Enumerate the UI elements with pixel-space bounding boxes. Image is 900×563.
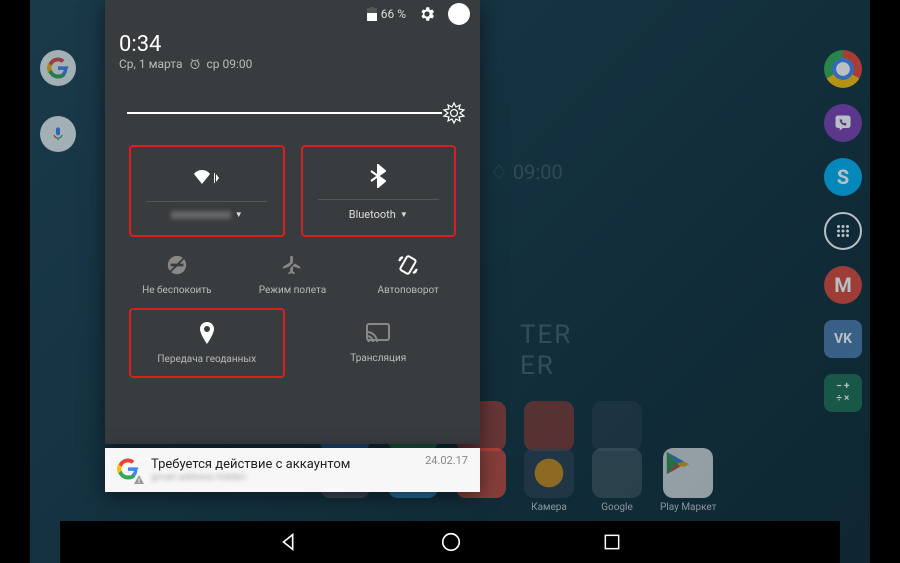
quick-tiles-row3: Передача геоданных Трансляция bbox=[105, 302, 480, 390]
location-icon bbox=[198, 322, 216, 348]
google-search-icon[interactable] bbox=[40, 50, 76, 86]
wifi-tile[interactable]: ▼ bbox=[129, 145, 285, 237]
brightness-track bbox=[127, 112, 458, 114]
lockscreen-alarm-fragment: ♢ 09:00 bbox=[490, 160, 563, 184]
calculator-icon[interactable]: −+÷× bbox=[824, 374, 862, 412]
viber-icon[interactable] bbox=[824, 104, 862, 142]
quick-tiles-row1: ▼ Bluetooth ▼ bbox=[105, 145, 480, 237]
cast-icon bbox=[366, 323, 390, 347]
dropdown-caret-icon: ▼ bbox=[400, 210, 408, 219]
alarm-icon bbox=[189, 58, 201, 70]
autorotate-label: Автоповорот bbox=[377, 285, 438, 296]
dnd-icon bbox=[163, 251, 191, 279]
bluetooth-tile[interactable]: Bluetooth ▼ bbox=[301, 145, 457, 237]
dnd-label: Не беспокоить bbox=[142, 285, 211, 296]
battery-pct: 66 % bbox=[381, 7, 406, 21]
voice-search-icon[interactable] bbox=[40, 116, 76, 152]
google-notification-icon bbox=[117, 458, 141, 482]
autorotate-icon bbox=[394, 251, 422, 279]
google-folder-icon[interactable] bbox=[592, 448, 642, 498]
back-button[interactable] bbox=[278, 531, 300, 553]
dock-label: Google bbox=[601, 502, 633, 513]
brightness-slider[interactable] bbox=[127, 99, 458, 127]
panel-time: 0:34 bbox=[119, 32, 466, 57]
quick-settings-panel: 66 % 0:34 Ср, 1 марта ср 09:00 ▼ bbox=[105, 0, 480, 444]
home-button[interactable] bbox=[440, 531, 462, 553]
wifi-tile-label[interactable]: ▼ bbox=[171, 210, 243, 219]
quick-tiles-row2: Не беспокоить Режим полета Автоповорот bbox=[105, 237, 480, 302]
left-side-icons bbox=[40, 50, 76, 152]
gmail-icon[interactable]: M bbox=[824, 266, 862, 304]
app-icon[interactable] bbox=[592, 401, 642, 451]
dock-label: Камера bbox=[531, 502, 567, 513]
wifi-icon bbox=[192, 163, 222, 193]
vk-icon[interactable]: VK bbox=[824, 320, 862, 358]
cast-tile[interactable]: Трансляция bbox=[301, 308, 457, 378]
panel-alarm: ср 09:00 bbox=[207, 57, 253, 71]
battery-indicator: 66 % bbox=[367, 7, 406, 21]
app-drawer-icon[interactable] bbox=[824, 212, 862, 250]
panel-date: Ср, 1 марта bbox=[119, 57, 183, 71]
settings-gear-icon[interactable] bbox=[418, 5, 436, 23]
user-avatar-icon[interactable] bbox=[448, 3, 470, 25]
notification-subtitle: gmail address hidden bbox=[151, 472, 415, 483]
bluetooth-tile-label[interactable]: Bluetooth ▼ bbox=[349, 208, 408, 221]
airplane-icon bbox=[278, 251, 306, 279]
notification-title: Требуется действие с аккаунтом bbox=[151, 457, 415, 472]
notification-card[interactable]: Требуется действие с аккаунтом gmail add… bbox=[105, 448, 480, 492]
navigation-bar bbox=[60, 521, 840, 563]
panel-date-row: Ср, 1 марта ср 09:00 bbox=[119, 57, 466, 71]
status-bar: 66 % bbox=[105, 0, 480, 28]
bluetooth-icon bbox=[370, 161, 386, 191]
chrome-icon[interactable] bbox=[824, 50, 862, 88]
dropdown-caret-icon: ▼ bbox=[235, 210, 243, 219]
camera-app-icon[interactable] bbox=[524, 448, 574, 498]
brightness-thumb-icon[interactable] bbox=[442, 101, 466, 125]
dock-label: Play Маркет bbox=[660, 502, 717, 513]
bg-text-fragment: TER ER bbox=[520, 320, 572, 382]
recents-button[interactable] bbox=[602, 532, 622, 552]
autorotate-tile[interactable]: Автоповорот bbox=[350, 251, 466, 296]
skype-icon[interactable]: S bbox=[824, 158, 862, 196]
location-tile[interactable]: Передача геоданных bbox=[129, 308, 285, 378]
notification-text: Требуется действие с аккаунтом gmail add… bbox=[151, 457, 415, 483]
airplane-label: Режим полета bbox=[259, 285, 326, 296]
play-store-icon[interactable] bbox=[663, 448, 713, 498]
cast-label: Трансляция bbox=[350, 353, 406, 364]
location-label: Передача геоданных bbox=[157, 354, 256, 365]
app-icon[interactable] bbox=[524, 401, 574, 451]
notification-date: 24.02.17 bbox=[425, 454, 468, 467]
right-side-apps: S M VK −+÷× bbox=[824, 50, 862, 412]
airplane-tile[interactable]: Режим полета bbox=[235, 251, 351, 296]
panel-clock: 0:34 Ср, 1 марта ср 09:00 bbox=[105, 28, 480, 81]
dnd-tile[interactable]: Не беспокоить bbox=[119, 251, 235, 296]
